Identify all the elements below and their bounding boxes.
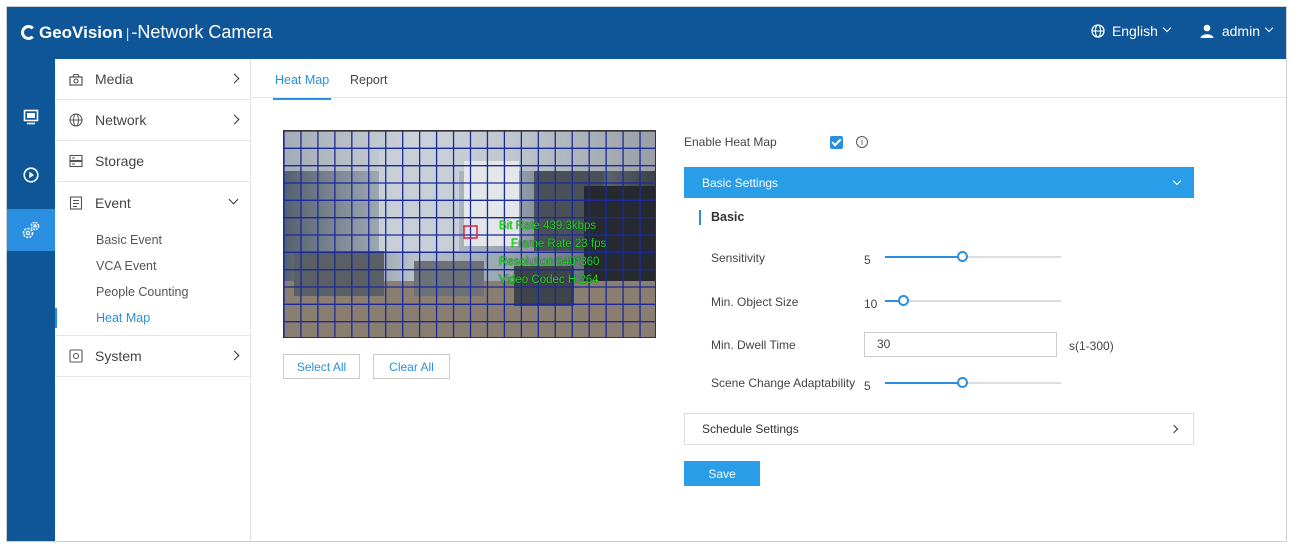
settings-sidebar: Media Network Storage Event Basic Event: [55, 59, 251, 541]
main-content: Heat Map Report Bit Rate 439.3kbps Frame…: [252, 59, 1286, 541]
clear-all-button[interactable]: Clear All: [373, 354, 450, 379]
rail-playback[interactable]: [7, 155, 55, 195]
rail-settings[interactable]: [7, 209, 55, 251]
top-bar: GeoVision | -Network Camera English admi…: [7, 7, 1286, 59]
sensitivity-value: 5: [864, 253, 871, 267]
schedule-settings-row[interactable]: Schedule Settings: [684, 413, 1194, 445]
tab-report[interactable]: Report: [350, 73, 388, 87]
chevron-down-icon: [1172, 176, 1182, 186]
globe-icon: [69, 113, 87, 127]
chevron-down-icon: [1264, 23, 1274, 33]
enable-heat-map-checkbox[interactable]: [830, 136, 843, 149]
scene-change-value: 5: [864, 379, 871, 393]
min-object-size-slider[interactable]: [885, 294, 1061, 308]
sidebar-item-label: System: [95, 348, 142, 364]
video-overlay-text: Bit Rate 439.3kbps Frame Rate 23 fps Res…: [499, 217, 606, 289]
slider-fill: [885, 382, 963, 384]
sidebar-item-label: Event: [95, 194, 131, 211]
brand-name: GeoVision: [39, 22, 123, 42]
brand-separator: |: [125, 24, 130, 41]
sidebar-item-label: Network: [95, 112, 147, 128]
slider-knob[interactable]: [897, 295, 909, 306]
info-icon[interactable]: i: [856, 136, 868, 148]
select-all-button[interactable]: Select All: [283, 354, 360, 379]
top-right-controls: English admin: [1061, 23, 1274, 39]
sensitivity-slider[interactable]: [885, 250, 1061, 264]
scene-change-label: Scene Change Adaptability: [711, 376, 856, 390]
chevron-right-icon: [229, 114, 240, 125]
basic-settings-label: Basic Settings: [702, 175, 779, 190]
sidebar-item-people-counting[interactable]: People Counting: [55, 279, 250, 305]
slider-track: [885, 300, 1061, 302]
overlay-resolution: Resolution 640*360: [499, 256, 600, 268]
heat-map-video-preview[interactable]: Bit Rate 439.3kbps Frame Rate 23 fps Res…: [283, 130, 656, 338]
enable-heat-map-label: Enable Heat Map: [684, 135, 777, 149]
playback-icon: [23, 167, 39, 183]
sidebar-item-system[interactable]: System: [55, 336, 250, 377]
camera-icon: [69, 72, 87, 86]
overlay-codec: Video Codec H.264: [499, 274, 599, 286]
basic-settings-header[interactable]: Basic Settings: [684, 167, 1194, 198]
event-submenu: Basic Event VCA Event People Counting He…: [55, 223, 250, 336]
event-icon: [69, 195, 87, 210]
app-title: -Network Camera: [131, 22, 273, 42]
sidebar-item-storage[interactable]: Storage: [55, 141, 250, 182]
user-label: admin: [1221, 23, 1260, 39]
schedule-settings-label: Schedule Settings: [702, 422, 799, 436]
scene-change-slider[interactable]: [885, 376, 1061, 390]
geovision-logo-icon: [21, 25, 36, 40]
user-icon: [1200, 24, 1214, 38]
slider-fill: [885, 256, 963, 258]
monitor-icon: [23, 109, 39, 125]
sidebar-item-basic-event[interactable]: Basic Event: [55, 227, 250, 253]
brand: GeoVision | -Network Camera: [21, 22, 272, 43]
language-label: English: [1111, 23, 1158, 39]
basic-section-title: Basic: [699, 210, 744, 225]
settings-gear-icon: [22, 221, 40, 239]
globe-icon: [1091, 24, 1105, 38]
chevron-right-icon: [229, 73, 240, 84]
language-dropdown[interactable]: English: [1091, 23, 1172, 39]
user-dropdown[interactable]: admin: [1200, 23, 1274, 39]
chevron-down-icon: [1162, 23, 1172, 33]
slider-knob[interactable]: [957, 251, 969, 262]
overlay-bitrate: Bit Rate 439.3kbps: [499, 220, 597, 232]
sidebar-item-media[interactable]: Media: [55, 59, 250, 100]
overlay-frame-rate: Frame Rate 23 fps: [511, 238, 607, 250]
sidebar-item-label: Media: [95, 71, 134, 87]
sensitivity-label: Sensitivity: [711, 251, 766, 265]
tab-heat-map[interactable]: Heat Map: [272, 73, 332, 100]
storage-icon: [69, 154, 87, 168]
min-object-size-label: Min. Object Size: [711, 295, 799, 309]
dwell-time-range: s(1-300): [1069, 339, 1114, 353]
chevron-right-icon: [229, 350, 240, 361]
chevron-down-icon: [228, 194, 239, 205]
chevron-right-icon: [1169, 424, 1179, 434]
app-window: GeoVision | -Network Camera English admi…: [6, 6, 1287, 542]
sidebar-item-event[interactable]: Event: [55, 182, 250, 223]
rail-live-view[interactable]: [7, 97, 55, 137]
min-dwell-time-input[interactable]: 30: [864, 332, 1057, 357]
sidebar-item-heat-map[interactable]: Heat Map: [55, 305, 250, 331]
slider-knob[interactable]: [957, 377, 969, 388]
min-dwell-time-label: Min. Dwell Time: [711, 338, 796, 352]
tab-bar: Heat Map Report: [252, 59, 1286, 100]
min-object-size-value: 10: [864, 297, 878, 311]
sidebar-item-network[interactable]: Network: [55, 100, 250, 141]
sidebar-item-label: Storage: [95, 153, 145, 169]
brand-logo: GeoVision: [21, 23, 123, 43]
save-button[interactable]: Save: [684, 461, 760, 486]
system-icon: [69, 349, 87, 363]
left-rail: [7, 59, 55, 541]
sidebar-item-vca-event[interactable]: VCA Event: [55, 253, 250, 279]
